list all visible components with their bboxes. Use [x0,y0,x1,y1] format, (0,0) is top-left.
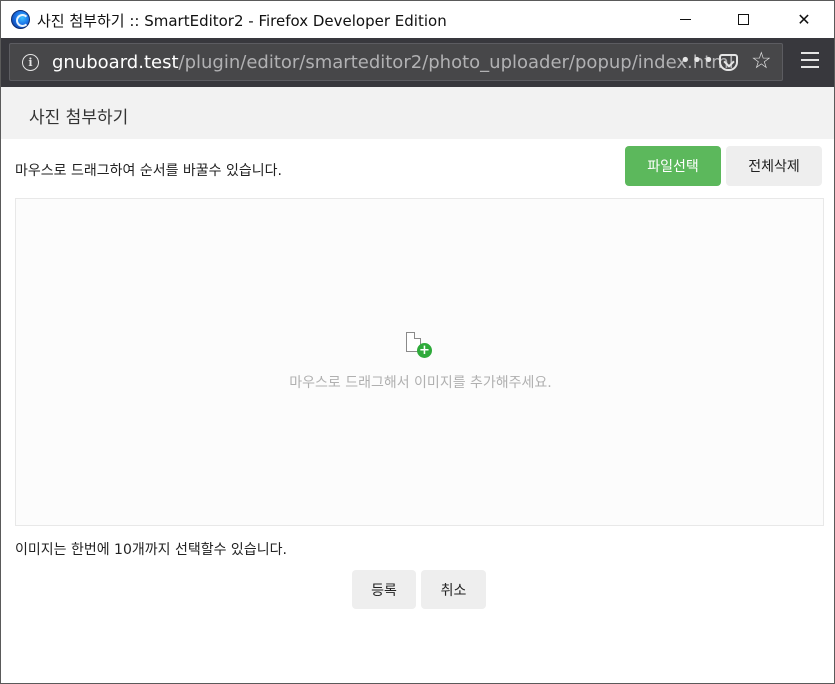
minimize-icon [679,19,691,20]
close-icon: ✕ [797,10,811,29]
dropzone-text: 마우스로 드래그해서 이미지를 추가해주세요. [289,375,552,391]
add-plus-icon: + [417,343,432,358]
select-files-button[interactable]: 파일선택 [625,146,721,186]
image-dropzone[interactable]: + 마우스로 드래그해서 이미지를 추가해주세요. [15,198,824,526]
maximize-icon [737,14,749,25]
popup-title: 사진 첨부하기 [29,108,129,128]
maximize-button[interactable] [714,1,772,38]
close-button[interactable]: ✕ [775,1,833,38]
cancel-button[interactable]: 취소 [421,570,486,609]
pocket-icon[interactable] [719,54,738,71]
reorder-hint: 마우스로 드래그하여 순서를 바꿀수 있습니다. [15,163,282,179]
submit-button[interactable]: 등록 [352,570,416,609]
popup-header: 사진 첨부하기 [1,87,834,139]
url-bar[interactable]: i gnuboard.test/plugin/editor/smartedito… [9,43,783,81]
navigation-toolbar: i gnuboard.test/plugin/editor/smartedito… [1,38,834,87]
info-icon[interactable]: i [22,54,39,71]
upload-limit-text: 이미지는 한번에 10개까지 선택할수 있습니다. [15,542,287,558]
window-title: 사진 첨부하기 :: SmartEditor2 - Firefox Develo… [37,12,447,30]
url-text[interactable]: gnuboard.test/plugin/editor/smarteditor2… [52,52,734,73]
url-host: gnuboard.test [52,52,179,73]
bookmark-star-icon[interactable]: ☆ [751,48,772,74]
url-path: /plugin/editor/smarteditor2/photo_upload… [178,52,734,73]
firefox-developer-edition-icon [11,10,30,29]
title-bar: 사진 첨부하기 :: SmartEditor2 - Firefox Develo… [1,1,834,38]
browser-window: 사진 첨부하기 :: SmartEditor2 - Firefox Develo… [0,0,835,684]
delete-all-button[interactable]: 전체삭제 [726,146,822,186]
hamburger-menu-icon[interactable] [801,52,819,68]
minimize-button[interactable] [656,1,714,38]
more-icon[interactable]: ••• [680,50,715,71]
